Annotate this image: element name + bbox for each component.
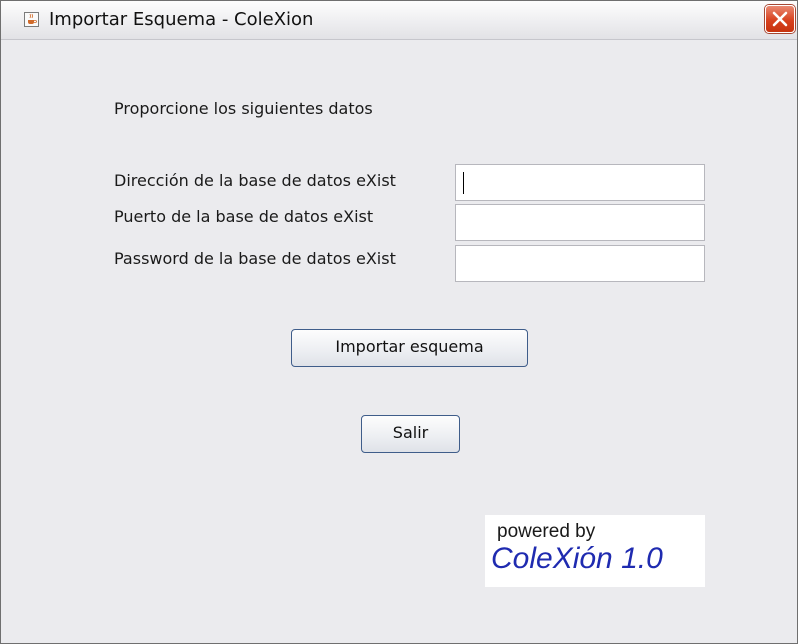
exit-button[interactable]: Salir: [361, 415, 460, 453]
java-cup-icon: [24, 12, 39, 27]
close-icon: [772, 11, 788, 27]
db-password-label: Password de la base de datos eXist: [114, 249, 396, 268]
close-button[interactable]: [765, 5, 795, 33]
db-address-input[interactable]: [455, 164, 705, 201]
window-title: Importar Esquema - ColeXion: [49, 9, 314, 30]
db-password-input[interactable]: [455, 245, 705, 282]
intro-text: Proporcione los siguientes datos: [114, 99, 373, 118]
db-address-label: Dirección de la base de datos eXist: [114, 171, 396, 190]
title-bar[interactable]: Importar Esquema - ColeXion: [1, 1, 797, 40]
db-port-input[interactable]: [455, 204, 705, 241]
logo-powered-by: powered by: [497, 521, 596, 542]
db-port-label: Puerto de la base de datos eXist: [114, 207, 374, 226]
dialog-window: Importar Esquema - ColeXion Proporcione …: [0, 0, 798, 644]
colexion-logo: powered by ColeXión 1.0: [485, 515, 705, 587]
import-schema-button[interactable]: Importar esquema: [291, 329, 528, 367]
text-caret: [463, 172, 464, 194]
logo-product-name: ColeXión 1.0: [491, 542, 663, 575]
